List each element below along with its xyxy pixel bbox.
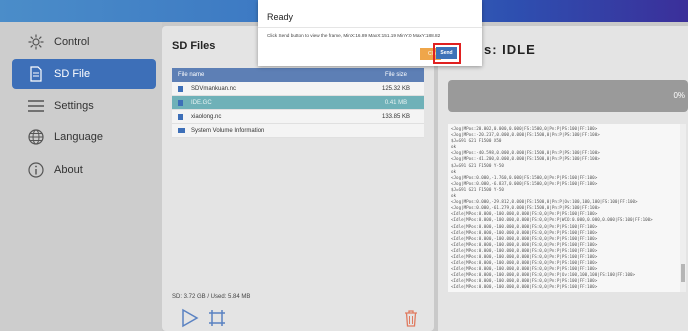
globe-icon: [26, 127, 46, 147]
sidebar-item-settings[interactable]: Settings: [12, 91, 156, 121]
trash-icon: [405, 310, 417, 327]
scrollbar-thumb[interactable]: [681, 264, 685, 282]
table-header: File name File size: [172, 68, 424, 82]
file-name: xiaolong.nc: [191, 113, 222, 120]
progress-label: 0%: [673, 91, 685, 100]
dialog-message: Click Send button to view the frame, Min…: [267, 33, 441, 38]
table-row[interactable]: System Volume Information: [172, 124, 424, 138]
sidebar-item-label: SD File: [54, 68, 91, 80]
column-header-name: File name: [178, 72, 205, 78]
file-size: 125.32 KB: [381, 85, 411, 92]
file-icon: [178, 113, 183, 120]
table-row[interactable]: xiaolong.nc 133.85 KB: [172, 110, 424, 124]
sidebar-item-label: About: [54, 164, 83, 176]
column-header-size: File size: [384, 72, 407, 78]
play-icon: [182, 308, 199, 328]
file-name: SDVmankuan.nc: [191, 85, 237, 92]
frame-button[interactable]: [206, 308, 228, 328]
folder-icon: [178, 128, 185, 133]
table-row[interactable]: SDVmankuan.nc 125.32 KB: [172, 82, 424, 96]
frame-icon: [209, 310, 225, 326]
delete-button[interactable]: [402, 308, 420, 328]
status-title: s: IDLE: [484, 42, 536, 57]
log-scrollbar[interactable]: [680, 124, 686, 292]
sidebar-item-sd-file[interactable]: SD File: [12, 59, 156, 89]
sidebar-item-label: Control: [54, 36, 90, 48]
gear-icon: [26, 32, 46, 52]
info-icon: [26, 160, 46, 180]
highlight-box: [433, 43, 461, 64]
sidebar-item-label: Language: [54, 131, 103, 143]
sidebar: Control SD File Settings Language About: [0, 22, 162, 331]
file-size: 133.85 KB: [381, 113, 411, 120]
file-icon: [26, 64, 46, 84]
progress-bar: 0%: [448, 80, 688, 112]
sidebar-item-control[interactable]: Control: [12, 27, 156, 57]
dialog-title: Ready: [267, 12, 294, 22]
sidebar-item-language[interactable]: Language: [12, 122, 156, 152]
menu-icon: [26, 96, 46, 116]
file-size: 0.41 MB: [384, 99, 408, 106]
status-panel: s: IDLE 0% <Jog|MPos:20.002,0.000,0.000|…: [438, 26, 688, 331]
file-icon: [178, 99, 183, 106]
play-button[interactable]: [178, 308, 200, 328]
panel-title: SD Files: [172, 40, 216, 52]
table-row[interactable]: IDE.GC 0.41 MB: [172, 96, 424, 110]
sd-usage-info: SD: 3.72 GB / Used: 5.84 MB: [172, 294, 251, 300]
files-table: File name File size SDVmankuan.nc 125.32…: [172, 68, 424, 138]
file-name: IDE.GC: [191, 99, 212, 106]
file-icon: [178, 85, 183, 92]
dialog-divider: [258, 27, 482, 28]
file-name: System Volume Information: [191, 127, 265, 134]
console-log[interactable]: <Jog|MPos:20.002,0.000,0.000|FS:1500,0|P…: [448, 124, 680, 292]
sidebar-item-label: Settings: [54, 100, 94, 112]
ready-dialog: Ready Click Send button to view the fram…: [258, 0, 482, 66]
sd-files-panel: SD Files File name File size SDVmankuan.…: [162, 26, 434, 331]
sidebar-item-about[interactable]: About: [12, 155, 156, 185]
